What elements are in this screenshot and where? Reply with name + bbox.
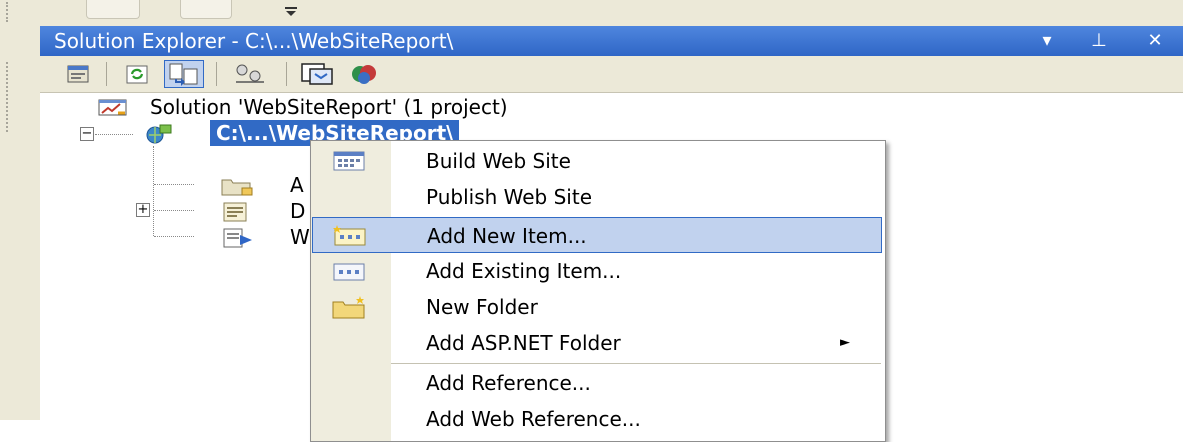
menu-item-add-web-reference[interactable]: Add Web Reference... — [312, 401, 882, 437]
view-class-diagram-icon — [301, 63, 333, 85]
window-position-dropdown[interactable]: ▾ — [1034, 26, 1060, 56]
menu-item-publish-web-site[interactable]: Publish Web Site — [312, 179, 882, 215]
menu-item-add-existing-item[interactable]: Add Existing Item... — [312, 253, 882, 289]
solution-explorer-toolbar — [40, 56, 1183, 93]
tree-connector — [154, 236, 194, 237]
menu-item-add-new-item[interactable]: Add New Item... — [312, 217, 882, 253]
expand-toggle[interactable]: + — [136, 203, 150, 217]
menu-separator — [391, 363, 881, 364]
toolbar-button[interactable] — [180, 0, 232, 19]
toolbar-separator — [216, 62, 217, 86]
copy-web-site-icon — [236, 64, 264, 83]
left-dock-frame — [0, 26, 41, 420]
solution-label: Solution 'WebSiteReport' (1 project) — [150, 95, 508, 119]
asp-net-configuration-icon — [352, 65, 376, 84]
submenu-arrow-icon: ► — [840, 335, 850, 350]
config-file-icon — [220, 227, 254, 248]
solution-icon — [98, 97, 127, 117]
nest-related-files-button[interactable] — [164, 60, 204, 88]
menu-item-label: Add Reference... — [426, 371, 591, 395]
menu-item-build-web-site[interactable]: Build Web Site — [312, 143, 882, 179]
asp-net-configuration-button[interactable] — [346, 60, 386, 88]
page-icon — [220, 201, 254, 222]
toolbar-button[interactable] — [86, 0, 140, 19]
folder-icon — [220, 175, 254, 196]
panel-title-bar[interactable]: Solution Explorer - C:\...\WebSiteReport… — [40, 26, 1183, 56]
menu-item-add-asp-net-folder[interactable]: Add ASP.NET Folder ► — [312, 325, 882, 361]
tree-node-label: A — [290, 173, 304, 197]
tree-connector — [154, 184, 194, 185]
web-project-icon — [144, 123, 172, 144]
new-folder-icon — [330, 295, 370, 319]
properties-button[interactable] — [64, 60, 94, 88]
tree-node-label: W — [290, 225, 310, 249]
menu-item-label: New Folder — [426, 295, 538, 319]
tree-connector — [153, 146, 154, 236]
main-toolbar — [0, 0, 1183, 26]
collapse-toggle[interactable]: − — [80, 127, 94, 141]
menu-item-label: Publish Web Site — [426, 185, 593, 209]
nest-related-files-icon — [169, 63, 198, 86]
auto-hide-pin-button[interactable]: ⊥ — [1086, 26, 1112, 56]
menu-item-label: Build Web Site — [426, 149, 571, 173]
toolbar-overflow-icon[interactable] — [284, 4, 298, 22]
refresh-icon — [126, 65, 148, 84]
menu-item-label: Add Existing Item... — [426, 259, 622, 283]
toolbar-separator — [286, 62, 287, 86]
menu-item-label: Add ASP.NET Folder — [426, 331, 621, 355]
panel-title: Solution Explorer - C:\...\WebSiteReport… — [54, 29, 454, 53]
toolbar-separator — [106, 62, 107, 86]
tree-connector — [95, 134, 133, 135]
close-button[interactable]: ✕ — [1142, 26, 1168, 56]
build-icon — [330, 149, 370, 173]
view-class-diagram-button[interactable] — [298, 60, 338, 88]
menu-item-label: Add Web Reference... — [426, 407, 641, 431]
menu-item-new-folder[interactable]: New Folder — [312, 289, 882, 325]
dock-grip[interactable] — [6, 62, 11, 132]
tree-node-label: D — [290, 199, 306, 223]
context-menu: Build Web Site Publish Web Site Add New … — [310, 140, 886, 442]
menu-item-label: Add New Item... — [427, 224, 587, 248]
tree-connector — [154, 210, 194, 211]
refresh-button[interactable] — [122, 60, 152, 88]
tree-node-solution[interactable]: Solution 'WebSiteReport' (1 project) — [98, 94, 818, 120]
copy-web-site-button[interactable] — [230, 60, 270, 88]
menu-item-add-reference[interactable]: Add Reference... — [312, 365, 882, 401]
add-new-item-icon — [331, 224, 371, 248]
properties-icon — [67, 65, 89, 83]
toolbar-grip[interactable] — [6, 2, 14, 22]
add-existing-item-icon — [330, 259, 370, 283]
